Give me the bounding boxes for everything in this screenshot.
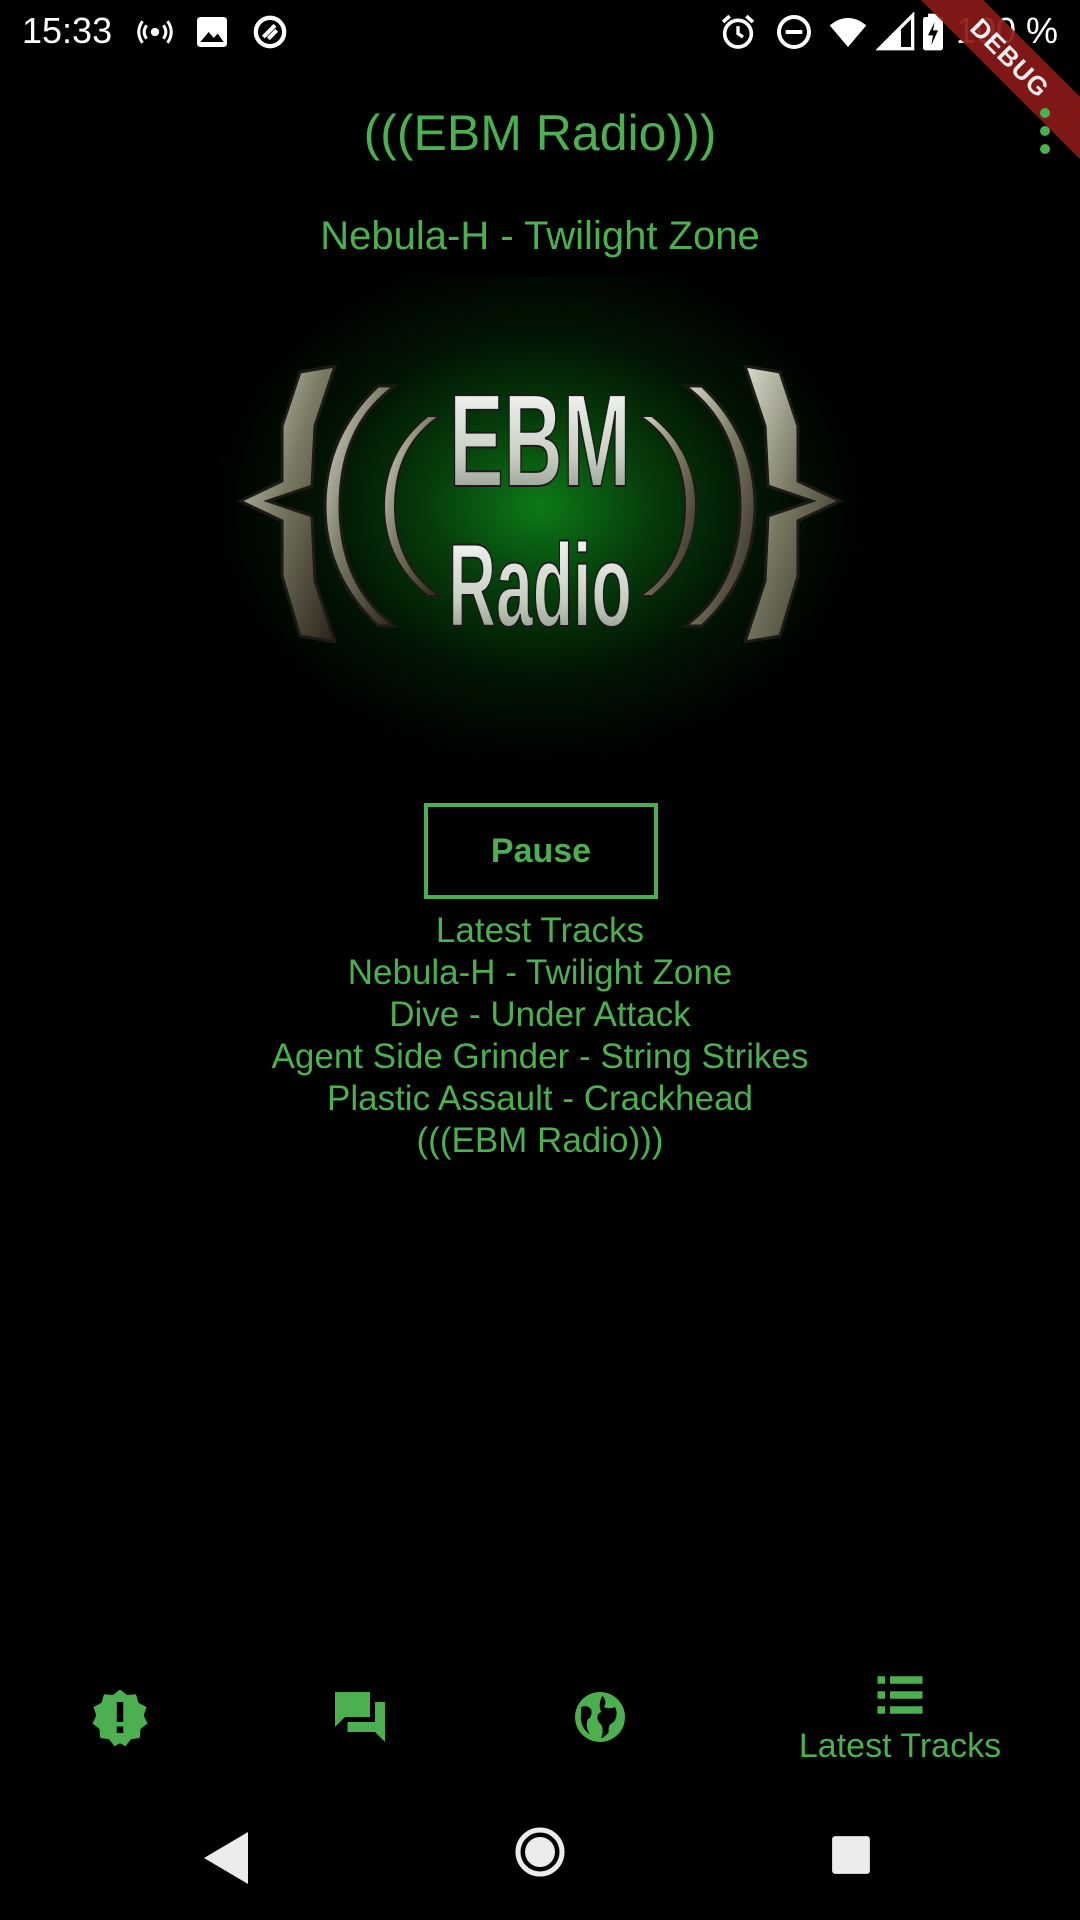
list-item: Agent Side Grinder - String Strikes [271,1037,809,1076]
system-navigation [0,1810,1080,1920]
recents-icon [832,1836,870,1874]
now-playing-title: Nebula-H - Twilight Zone [320,214,760,258]
home-button[interactable] [514,1826,566,1883]
logo-graphic: EBM Radio [236,364,844,653]
list-item: Nebula-H - Twilight Zone [347,953,733,992]
do-not-disturb-icon [774,12,814,52]
pause-button[interactable]: Pause [424,803,658,899]
logo-text-top: EBM [449,368,631,515]
sync-icon [250,12,290,52]
recents-button[interactable] [830,1834,872,1881]
wifi-icon [828,12,868,52]
app-title: (((EBM Radio))) [363,105,717,161]
logo-text-bottom: Radio [448,520,632,652]
back-button[interactable] [200,1828,252,1893]
forum-icon [335,1692,385,1742]
signal-icon [876,12,916,52]
list-item: (((EBM Radio))) [416,1121,664,1160]
bottom-navigation: Latest Tracks [0,1665,1080,1775]
list-item: Dive - Under Attack [389,995,691,1034]
station-logo: EBM Radio [0,276,1080,816]
alert-badge-icon [92,1689,148,1747]
alarm-icon [718,12,758,52]
globe-icon [575,1692,625,1742]
nav-latest-tracks[interactable]: Latest Tracks [780,1665,1020,1775]
list-item: Plastic Assault - Crackhead [326,1079,753,1118]
image-icon [192,12,232,52]
tracks-heading: Latest Tracks [435,911,645,950]
nav-alerts[interactable] [90,1687,150,1797]
nav-latest-tracks-label: Latest Tracks [798,1727,1002,1765]
status-time: 15:33 [22,10,113,51]
more-vert-icon[interactable] [1030,108,1060,162]
list-icon [877,1676,923,1714]
back-icon [204,1832,248,1884]
status-bar: 15:33 100 % [0,0,1080,64]
latest-tracks-list: Latest Tracks Nebula-H - Twilight Zone D… [0,910,1080,1162]
radio-icon [135,12,175,52]
nav-web[interactable] [570,1687,630,1797]
home-icon [515,1827,565,1877]
nav-chat[interactable] [330,1687,390,1797]
